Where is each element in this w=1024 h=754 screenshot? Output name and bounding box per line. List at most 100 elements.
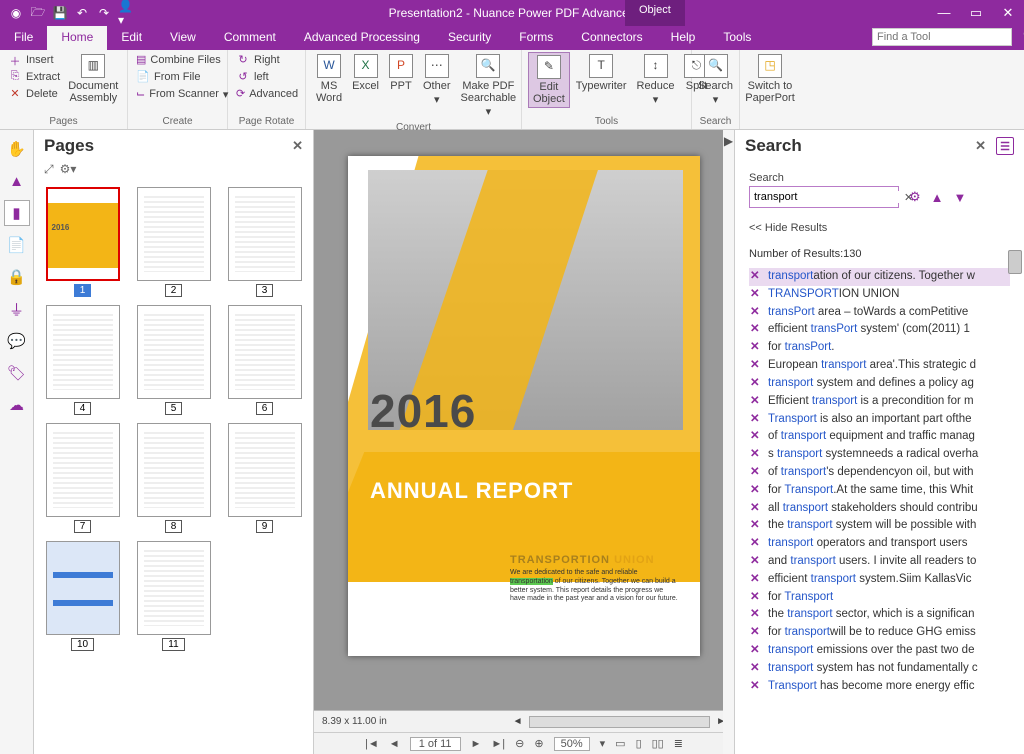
menu-tools[interactable]: Tools <box>709 26 765 50</box>
open-icon[interactable]: 🗁 <box>30 5 46 21</box>
search-result[interactable]: ✕ transport operators and transport user… <box>749 535 1010 553</box>
search-panel-options-icon[interactable]: ☰ <box>996 137 1014 155</box>
search-result[interactable]: ✕transPort area – toWards a comPetitive <box>749 304 1010 322</box>
from-scanner-button[interactable]: ⌙From Scanner▾ <box>134 86 221 102</box>
from-file-button[interactable]: 📄From File <box>134 69 221 85</box>
document-assembly-button[interactable]: ▥Document Assembly <box>64 52 122 106</box>
select-tool-icon[interactable]: ▲ <box>4 168 30 194</box>
bookmarks-icon[interactable]: 📄 <box>4 232 30 258</box>
pages-panel-icon[interactable]: ▮ <box>4 200 30 226</box>
page-thumb[interactable]: 20161 <box>42 187 123 297</box>
pages-expand-icon[interactable]: ⤢ <box>44 162 54 177</box>
delete-button[interactable]: ✕Delete <box>6 86 62 102</box>
zoom-out-icon[interactable]: ⊖ <box>515 737 524 750</box>
security-icon[interactable]: 🔒 <box>4 264 30 290</box>
results-scrollbar-thumb[interactable] <box>1008 250 1022 274</box>
search-result[interactable]: ✕Transport has become more energy effic <box>749 678 1010 696</box>
app-icon[interactable]: ◉ <box>8 5 24 21</box>
user-icon[interactable]: 👤▾ <box>118 5 134 21</box>
search-button[interactable]: 🔍Search▾ <box>698 52 733 108</box>
save-icon[interactable]: 💾 <box>52 5 68 21</box>
page-thumb[interactable]: 10 <box>42 541 123 651</box>
search-result[interactable]: ✕the transport system will be possible w… <box>749 517 1010 535</box>
search-result[interactable]: ✕all transport stakeholders should contr… <box>749 500 1010 518</box>
page-thumb[interactable]: 8 <box>133 423 214 533</box>
prev-page-icon[interactable]: ◄ <box>389 738 400 750</box>
hide-results-link[interactable]: << Hide Results <box>749 222 1010 234</box>
page-thumb[interactable]: 4 <box>42 305 123 415</box>
page-thumb[interactable]: 5 <box>133 305 214 415</box>
hscroll-left-icon[interactable]: ◄ <box>513 716 523 727</box>
rotate-left-button[interactable]: ↺left <box>234 69 299 85</box>
search-result[interactable]: ✕s transport systemneeds a radical overh… <box>749 446 1010 464</box>
menu-comment[interactable]: Comment <box>210 26 290 50</box>
convert-other-button[interactable]: ⋯Other▾ <box>419 52 455 120</box>
page-thumb[interactable]: 9 <box>224 423 305 533</box>
maximize-button[interactable]: ▭ <box>966 5 986 21</box>
menu-forms[interactable]: Forms <box>505 26 567 50</box>
search-result[interactable]: ✕of transport's dependencyon oil, but wi… <box>749 464 1010 482</box>
redo-icon[interactable]: ↷ <box>96 5 112 21</box>
document-page[interactable]: 2016 ANNUAL REPORT TRANSPORTION UNION We… <box>348 156 700 656</box>
tag-icon[interactable]: 🏷 <box>4 360 30 386</box>
minimize-button[interactable]: — <box>934 5 954 21</box>
continuous-icon[interactable]: ≣ <box>674 737 683 750</box>
stamp-icon[interactable]: ⏚ <box>4 296 30 322</box>
search-result[interactable]: ✕ Transport is also an important part of… <box>749 411 1010 429</box>
search-result[interactable]: ✕and transport users. I invite all reade… <box>749 553 1010 571</box>
search-result[interactable]: ✕Efficient transport is a precondition f… <box>749 393 1010 411</box>
find-tool-input[interactable] <box>873 31 1023 43</box>
convert-excel-button[interactable]: XExcel <box>348 52 383 120</box>
next-page-icon[interactable]: ► <box>471 738 482 750</box>
page-thumb[interactable]: 2 <box>133 187 214 297</box>
menu-home[interactable]: Home <box>47 26 107 50</box>
first-page-icon[interactable]: |◄ <box>365 738 379 750</box>
switch-paperport-button[interactable]: ◳Switch to PaperPort <box>746 52 794 106</box>
search-input[interactable] <box>750 191 900 203</box>
panel-collapse-icon[interactable]: ▶ <box>723 130 735 754</box>
menu-help[interactable]: Help <box>657 26 710 50</box>
zoom-level[interactable]: 50% <box>554 737 590 751</box>
search-result[interactable]: ✕transport emissions over the past two d… <box>749 642 1010 660</box>
fit-page-icon[interactable]: ▭ <box>615 737 625 750</box>
convert-ppt-button[interactable]: PPPT <box>385 52 417 120</box>
extract-button[interactable]: ⎘Extract <box>6 69 62 85</box>
search-settings-icon[interactable]: ⚙ <box>909 189 921 205</box>
page-thumb[interactable]: 7 <box>42 423 123 533</box>
search-result[interactable]: ✕the transport sector, which is a signif… <box>749 606 1010 624</box>
last-page-icon[interactable]: ►| <box>491 738 505 750</box>
insert-button[interactable]: ＋Insert <box>6 52 62 68</box>
search-result[interactable]: ✕for Transport.At the same time, this Wh… <box>749 482 1010 500</box>
search-result[interactable]: ✕European transport area'.This strategic… <box>749 357 1010 375</box>
rotate-right-button[interactable]: ↻Right <box>234 52 299 68</box>
zoom-in-icon[interactable]: ⊕ <box>534 737 543 750</box>
page-thumb[interactable]: 11 <box>133 541 214 651</box>
search-panel-close-icon[interactable]: ✕ <box>975 138 986 154</box>
search-result[interactable]: ✕transport system has not fundamentally … <box>749 660 1010 678</box>
convert-word-button[interactable]: WMS Word <box>312 52 346 120</box>
typewriter-button[interactable]: TTypewriter <box>572 52 631 108</box>
make-searchable-button[interactable]: 🔍Make PDF Searchable▾ <box>457 52 521 120</box>
search-result[interactable]: ✕efficient transport system.Siim KallasV… <box>749 571 1010 589</box>
find-tool[interactable]: 🔍 <box>872 28 1012 46</box>
search-result[interactable]: ✕for transportwill be to reduce GHG emis… <box>749 624 1010 642</box>
comments-icon[interactable]: 💬 <box>4 328 30 354</box>
search-result[interactable]: ✕transportation of our citizens. Togethe… <box>749 268 1010 286</box>
search-result[interactable]: ✕efficient transPort system' (com(2011) … <box>749 321 1010 339</box>
search-result[interactable]: ✕of transport equipment and traffic mana… <box>749 428 1010 446</box>
cloud-icon[interactable]: ☁ <box>4 392 30 418</box>
search-result[interactable]: ✕transport system and defines a policy a… <box>749 375 1010 393</box>
two-page-icon[interactable]: ▯▯ <box>652 737 664 750</box>
menu-edit[interactable]: Edit <box>107 26 156 50</box>
search-prev-icon[interactable]: ▲ <box>931 190 944 205</box>
combine-files-button[interactable]: ▤Combine Files <box>134 52 221 68</box>
rotate-advanced-button[interactable]: ⟳Advanced <box>234 86 299 102</box>
search-next-icon[interactable]: ▼ <box>954 190 967 205</box>
menu-connectors[interactable]: Connectors <box>567 26 656 50</box>
hand-tool-icon[interactable]: ✋ <box>4 136 30 162</box>
search-result[interactable]: ✕TRANSPORTION UNION <box>749 286 1010 304</box>
pages-panel-close-icon[interactable]: ✕ <box>292 138 303 154</box>
reduce-button[interactable]: ↕Reduce▾ <box>633 52 679 108</box>
menu-file[interactable]: File <box>0 26 47 50</box>
hscrollbar[interactable] <box>529 716 711 728</box>
